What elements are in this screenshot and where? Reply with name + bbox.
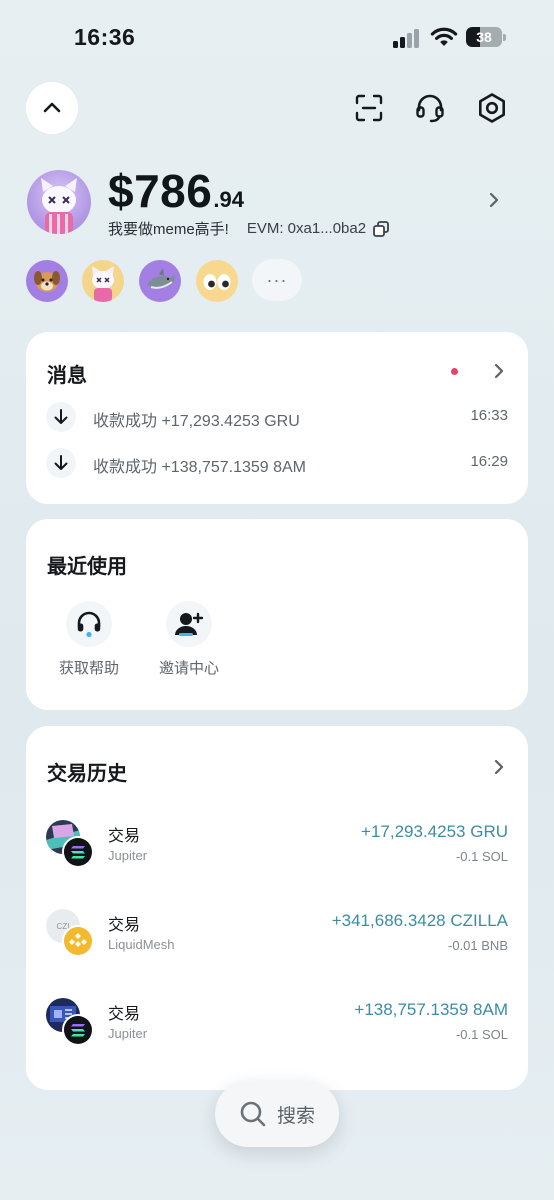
transaction-amount: +138,757.1359 8AM [354,1000,508,1019]
transaction-fee: -0.1 SOL [455,1027,508,1042]
solana-chain-icon [62,1014,94,1046]
history-title: 交易历史 [47,763,127,785]
transaction-fee: -0.1 SOL [455,849,508,864]
balance-decimal: .94 [213,187,244,212]
recent-title: 最近使用 [47,556,127,578]
battery-percent: 38 [476,29,492,45]
status-bar: 16:36 38 [0,0,554,76]
chevron-up-icon [43,102,61,113]
shark-avatar-image [147,268,175,289]
wallet-avatar-cat[interactable] [82,260,124,302]
messages-chevron-icon[interactable] [490,362,508,380]
dog-avatar-image [34,271,60,292]
wallet-avatar-shark[interactable] [139,260,181,302]
wifi-icon [430,27,458,46]
balance-integer: $786 [108,165,213,217]
messages-card[interactable]: 消息 收款成功 +17,293.4253 GRU 16:33 收款成功 +138… [26,332,528,504]
transaction-platform: Jupiter [108,1026,148,1041]
scan-icon [355,94,383,122]
recent-item-label: 邀请中心 [158,660,219,677]
message-item[interactable]: 收款成功 +17,293.4253 GRU 16:33 [46,402,508,434]
cat-avatar-image [92,266,114,302]
wallet-details-chevron-icon[interactable] [484,190,504,210]
battery-indicator: 38 [466,27,506,47]
support-button[interactable] [412,90,448,126]
solana-chain-icon [62,836,94,868]
transaction-row[interactable]: 交易 Jupiter +17,293.4253 GRU -0.1 SOL [46,820,508,882]
cat-avatar-image [41,178,77,234]
wallet-avatar-eyes[interactable] [196,260,238,302]
recent-item-help[interactable]: 获取帮助 [54,601,124,678]
message-text: 收款成功 +17,293.4253 GRU [93,413,300,430]
copy-icon[interactable] [372,220,390,238]
headset-icon [77,611,101,638]
more-icon: ··· [266,269,288,290]
message-text: 收款成功 +138,757.1359 8AM [93,459,307,476]
transaction-title: 交易 [108,828,141,845]
transaction-row[interactable]: 交易 Jupiter +138,757.1359 8AM -0.1 SOL [46,998,508,1060]
wallet-name: 我要做meme高手! [108,221,229,238]
transaction-platform: LiquidMesh [108,937,175,952]
headset-icon [416,94,444,123]
recent-item-label: 获取帮助 [58,660,119,677]
wallet-balance: $786 .94 [108,164,244,218]
settings-icon [479,93,505,123]
message-time: 16:33 [470,407,508,424]
receive-arrow-icon [46,402,76,432]
status-time: 16:36 [74,24,136,50]
settings-button[interactable] [474,90,510,126]
transaction-row[interactable]: CZI 交易 LiquidMesh +341,686.3428 CZILLA -… [46,909,508,971]
message-item[interactable]: 收款成功 +138,757.1359 8AM 16:29 [46,448,508,480]
receive-arrow-icon [46,448,76,478]
more-wallets-button[interactable]: ··· [252,259,302,301]
collapse-button[interactable] [26,82,78,134]
search-label: 搜索 [276,1105,315,1127]
transaction-title: 交易 [108,917,141,934]
search-icon [240,1101,266,1127]
wallet-avatar[interactable] [27,170,91,234]
message-time: 16:29 [470,453,508,470]
history-card: 交易历史 交易 Jupiter +17,293.4253 GRU -0.1 SO… [26,726,528,1090]
transaction-fee: -0.01 BNB [448,938,508,953]
scan-button[interactable] [351,90,387,126]
recent-card: 最近使用 获取帮助 邀请中心 [26,519,528,710]
recent-item-invite[interactable]: 邀请中心 [154,601,224,678]
history-chevron-icon[interactable] [490,758,508,776]
transaction-amount: +17,293.4253 GRU [361,822,508,841]
unread-dot [451,368,458,375]
cellular-signal-icon [393,28,423,48]
add-user-icon [175,612,204,636]
transaction-amount: +341,686.3428 CZILLA [331,911,508,930]
wallet-info: 我要做meme高手! EVM: 0xa1...0ba2 [108,218,390,239]
wallet-address: EVM: 0xa1...0ba2 [246,220,367,237]
messages-title: 消息 [47,365,87,387]
bnb-chain-icon [62,925,94,957]
search-button[interactable]: 搜索 [215,1081,339,1147]
wallet-avatar-dog[interactable] [26,260,68,302]
transaction-platform: Jupiter [108,848,148,863]
eyes-avatar-image [203,274,231,290]
transaction-title: 交易 [108,1006,141,1023]
